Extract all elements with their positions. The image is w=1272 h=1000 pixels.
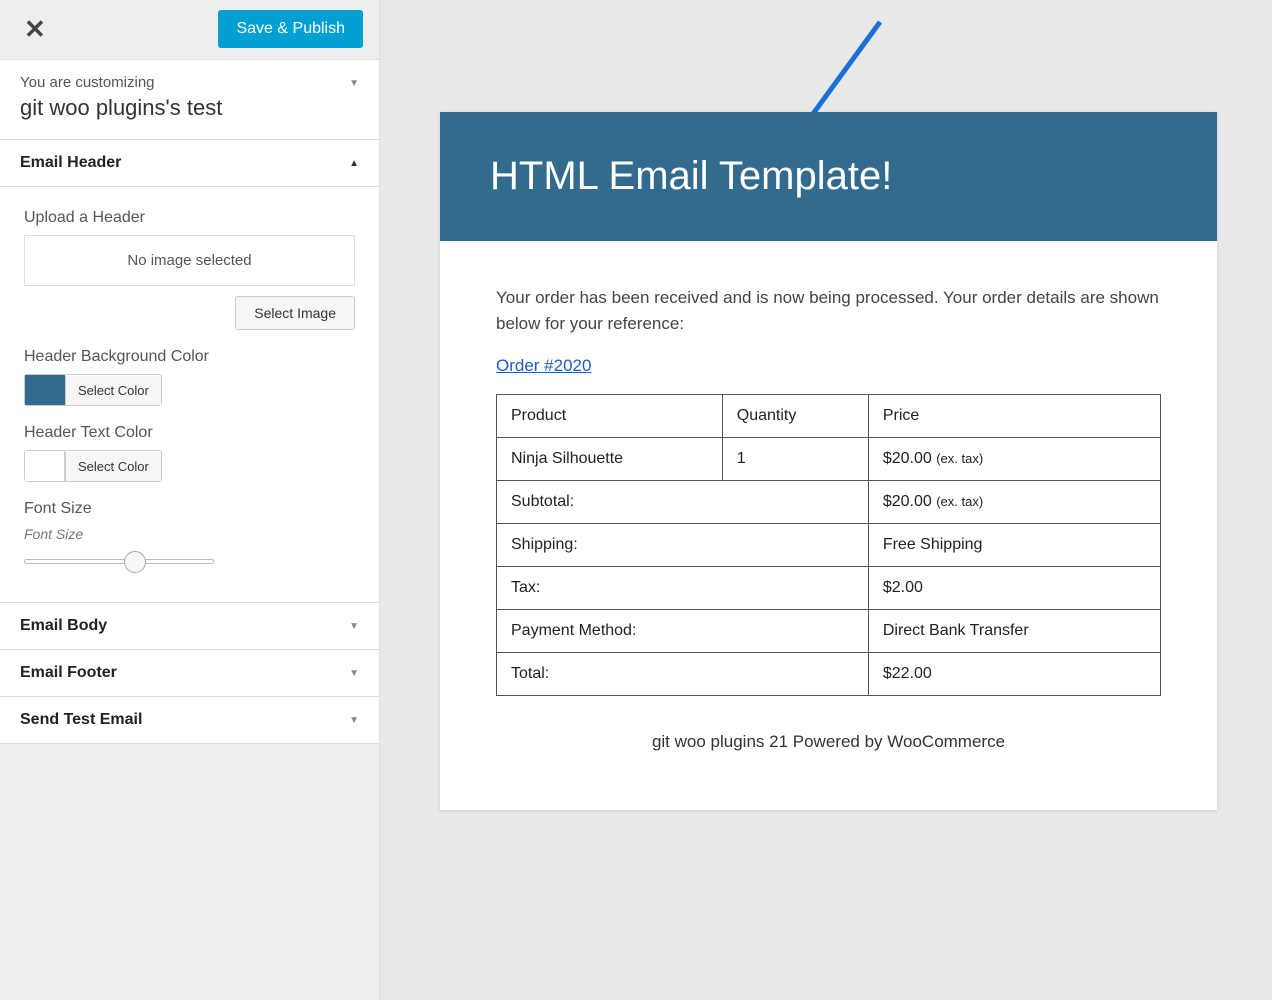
order-link[interactable]: Order #2020 — [496, 356, 591, 376]
table-row: Shipping: Free Shipping — [497, 524, 1161, 567]
order-table: Product Quantity Price Ninja Silhouette … — [496, 394, 1161, 696]
customizing-panel[interactable]: You are customizing git woo plugins's te… — [0, 59, 379, 140]
chevron-down-icon: ▼ — [349, 715, 359, 726]
item-quantity: 1 — [722, 438, 868, 481]
save-publish-button[interactable]: Save & Publish — [218, 10, 363, 48]
table-header-row: Product Quantity Price — [497, 395, 1161, 438]
th-price: Price — [868, 395, 1160, 438]
customizing-small-label: You are customizing — [20, 74, 359, 91]
font-size-slider[interactable] — [24, 552, 214, 572]
top-row: ✕ Save & Publish — [0, 0, 379, 49]
header-text-color-control[interactable]: Select Color — [24, 450, 162, 482]
table-row: Tax: $2.00 — [497, 567, 1161, 610]
chevron-down-icon: ▼ — [349, 78, 359, 89]
select-bg-color-button[interactable]: Select Color — [65, 376, 161, 405]
table-row: Payment Method: Direct Bank Transfer — [497, 610, 1161, 653]
chevron-down-icon: ▼ — [349, 621, 359, 632]
section-send-test[interactable]: Send Test Email ▼ — [0, 697, 379, 744]
email-preview-card: HTML Email Template! Your order has been… — [440, 112, 1217, 810]
select-text-color-button[interactable]: Select Color — [65, 452, 161, 481]
section-email-body-label: Email Body — [20, 617, 107, 634]
preview-pane: HTML Email Template! Your order has been… — [380, 0, 1272, 1000]
chevron-down-icon: ▼ — [349, 668, 359, 679]
row-value: $22.00 — [868, 653, 1160, 696]
email-footer-text: git woo plugins 21 Powered by WooCommerc… — [496, 696, 1161, 780]
customizing-title: git woo plugins's test — [20, 95, 359, 121]
email-body: Your order has been received and is now … — [440, 241, 1217, 810]
header-bg-color-control[interactable]: Select Color — [24, 374, 162, 406]
row-label: Shipping: — [497, 524, 869, 567]
customizer-sidebar: ✕ Save & Publish You are customizing git… — [0, 0, 380, 1000]
row-value: Free Shipping — [868, 524, 1160, 567]
slider-handle-icon[interactable] — [124, 551, 146, 573]
section-send-test-label: Send Test Email — [20, 711, 142, 728]
chevron-up-icon: ▲ — [349, 158, 359, 169]
section-email-body[interactable]: Email Body ▼ — [0, 603, 379, 650]
row-label: Subtotal: — [497, 481, 869, 524]
item-price: $20.00 (ex. tax) — [868, 438, 1160, 481]
row-value: $20.00 (ex. tax) — [868, 481, 1160, 524]
no-image-box: No image selected — [24, 235, 355, 286]
color-swatch-icon — [25, 451, 65, 481]
th-product: Product — [497, 395, 723, 438]
row-value: $2.00 — [868, 567, 1160, 610]
row-label: Tax: — [497, 567, 869, 610]
slider-track — [24, 559, 214, 564]
email-header: HTML Email Template! — [440, 112, 1217, 241]
color-swatch-icon — [25, 375, 65, 405]
select-image-button[interactable]: Select Image — [235, 296, 355, 330]
table-row: Subtotal: $20.00 (ex. tax) — [497, 481, 1161, 524]
close-icon[interactable]: ✕ — [16, 10, 54, 49]
row-label: Payment Method: — [497, 610, 869, 653]
order-intro-text: Your order has been received and is now … — [496, 285, 1161, 336]
item-product: Ninja Silhouette — [497, 438, 723, 481]
font-size-sub: Font Size — [24, 526, 355, 542]
header-text-label: Header Text Color — [24, 424, 355, 442]
font-size-label: Font Size — [24, 500, 355, 518]
table-row: Total: $22.00 — [497, 653, 1161, 696]
table-item-row: Ninja Silhouette 1 $20.00 (ex. tax) — [497, 438, 1161, 481]
header-bg-label: Header Background Color — [24, 348, 355, 366]
row-label: Total: — [497, 653, 869, 696]
section-email-header-body: Upload a Header No image selected Select… — [0, 187, 379, 603]
upload-header-label: Upload a Header — [24, 209, 355, 227]
row-value: Direct Bank Transfer — [868, 610, 1160, 653]
section-email-footer[interactable]: Email Footer ▼ — [0, 650, 379, 697]
section-email-header-label: Email Header — [20, 154, 121, 171]
th-quantity: Quantity — [722, 395, 868, 438]
section-email-footer-label: Email Footer — [20, 664, 117, 681]
section-email-header-toggle[interactable]: Email Header ▲ — [0, 140, 379, 187]
